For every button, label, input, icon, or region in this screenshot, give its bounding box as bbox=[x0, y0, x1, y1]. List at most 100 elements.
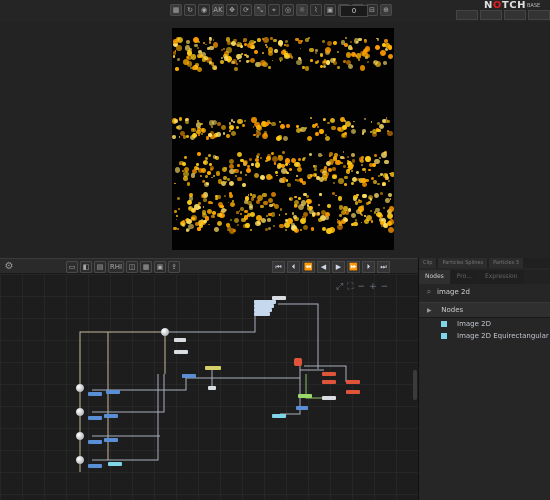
panel-button[interactable] bbox=[528, 10, 550, 20]
export-icon[interactable]: ⇪ bbox=[168, 261, 180, 273]
select-icon[interactable]: ▭ bbox=[66, 261, 78, 273]
graph-node[interactable] bbox=[254, 312, 270, 316]
grid-icon[interactable]: ▦ bbox=[140, 261, 152, 273]
graph-node[interactable] bbox=[298, 394, 312, 398]
light-icon[interactable]: ☼ bbox=[296, 4, 308, 16]
graph-node[interactable] bbox=[106, 390, 120, 394]
skip-start-icon[interactable]: ⏮ bbox=[272, 261, 285, 273]
graph-node[interactable] bbox=[88, 416, 102, 420]
graph-node[interactable] bbox=[174, 350, 188, 354]
particle bbox=[340, 155, 344, 160]
cube-icon[interactable]: ▣ bbox=[324, 4, 336, 16]
panel-button[interactable] bbox=[456, 10, 478, 20]
doc-tab[interactable]: Particles 3 bbox=[489, 258, 523, 268]
camera-icon[interactable]: ◉ bbox=[198, 4, 210, 16]
graph-node[interactable] bbox=[104, 438, 118, 442]
particle bbox=[351, 213, 357, 219]
tab-nodes[interactable]: Nodes bbox=[419, 270, 450, 284]
graph-node[interactable] bbox=[346, 390, 360, 394]
particle bbox=[228, 122, 232, 125]
graph-node[interactable] bbox=[208, 386, 216, 390]
skip-end-icon[interactable]: ⏭ bbox=[377, 261, 390, 273]
doc-tab[interactable]: Clip bbox=[419, 258, 437, 268]
particle bbox=[374, 45, 380, 51]
zoom-icon[interactable]: ⊕ bbox=[380, 4, 392, 16]
node-graph[interactable]: ⤢ ⛶ − + − bbox=[0, 274, 418, 500]
light-node[interactable] bbox=[76, 384, 84, 392]
particle bbox=[249, 193, 252, 196]
color-icon[interactable]: ◧ bbox=[80, 261, 92, 273]
particle bbox=[285, 162, 289, 166]
rhi-icon[interactable]: RHI bbox=[108, 261, 124, 273]
graph-node[interactable] bbox=[174, 338, 186, 342]
graph-node[interactable] bbox=[322, 380, 336, 384]
snap-icon[interactable]: ⌖ bbox=[268, 4, 280, 16]
list-item[interactable]: Image 2D Equirectangular bbox=[419, 330, 550, 342]
graph-scrollbar[interactable] bbox=[413, 370, 417, 400]
zoom-out-icon[interactable]: − bbox=[358, 282, 366, 292]
particle bbox=[212, 39, 215, 41]
particle bbox=[385, 43, 390, 48]
target-icon[interactable]: ◎ bbox=[282, 4, 294, 16]
image-icon[interactable]: ▣ bbox=[154, 261, 166, 273]
light-node[interactable] bbox=[76, 432, 84, 440]
root-node[interactable] bbox=[161, 328, 169, 336]
node-icon[interactable]: ◫ bbox=[126, 261, 138, 273]
category-nodes[interactable]: ▶ Nodes bbox=[419, 302, 550, 318]
expand-arrow-icon[interactable]: ▶ bbox=[427, 303, 439, 318]
scale-icon[interactable]: ⤡ bbox=[254, 4, 266, 16]
graph-node[interactable] bbox=[88, 464, 102, 468]
particle bbox=[249, 158, 253, 162]
minus-icon[interactable]: − bbox=[381, 282, 389, 292]
graph-node[interactable] bbox=[182, 374, 196, 378]
graph-node[interactable] bbox=[205, 366, 221, 370]
graph-node[interactable] bbox=[322, 396, 336, 400]
viewport[interactable] bbox=[0, 22, 550, 258]
light-node[interactable] bbox=[76, 408, 84, 416]
render-preview[interactable] bbox=[172, 28, 394, 250]
gear-icon[interactable]: ⚙ bbox=[3, 261, 15, 273]
light-node[interactable] bbox=[76, 456, 84, 464]
rewind-icon[interactable]: ◀ bbox=[317, 261, 330, 273]
graph-node[interactable] bbox=[272, 414, 286, 418]
refresh-icon[interactable]: ↻ bbox=[184, 4, 196, 16]
graph-node[interactable] bbox=[104, 414, 118, 418]
step-forward-icon[interactable]: ⏩ bbox=[347, 261, 360, 273]
map-icon[interactable]: ▤ bbox=[94, 261, 106, 273]
graph-node[interactable] bbox=[296, 406, 308, 410]
next-key-icon[interactable]: ⏵ bbox=[362, 261, 375, 273]
particle bbox=[276, 174, 278, 177]
graph-node[interactable] bbox=[88, 440, 102, 444]
move-icon[interactable]: ✥ bbox=[226, 4, 238, 16]
particle bbox=[338, 126, 344, 133]
graph-node[interactable] bbox=[322, 372, 336, 376]
graph-node[interactable] bbox=[272, 296, 286, 300]
grid-icon[interactable]: ▦ bbox=[170, 4, 182, 16]
zoom-in-icon[interactable]: + bbox=[369, 282, 377, 292]
graph-node[interactable] bbox=[88, 392, 102, 396]
graph-node[interactable] bbox=[294, 358, 302, 366]
doc-tab[interactable]: Particles Splines bbox=[438, 258, 488, 268]
frame-all-icon[interactable]: ⛶ bbox=[347, 282, 353, 292]
tab-expression[interactable]: Expression bbox=[478, 270, 524, 284]
particle bbox=[227, 226, 231, 230]
particle bbox=[237, 152, 243, 158]
frame-counter[interactable]: 0 bbox=[340, 5, 368, 17]
play-icon[interactable]: ▶ bbox=[332, 261, 345, 273]
particle bbox=[256, 124, 261, 130]
list-item[interactable]: Image 2D bbox=[419, 318, 550, 330]
ak-icon[interactable]: AK bbox=[212, 4, 224, 16]
rotate-icon[interactable]: ⟳ bbox=[240, 4, 252, 16]
particle bbox=[322, 64, 326, 68]
particle bbox=[259, 157, 262, 160]
fit-view-icon[interactable]: ⤢ bbox=[336, 282, 343, 292]
prev-key-icon[interactable]: ⏴ bbox=[287, 261, 300, 273]
step-back-icon[interactable]: ⏪ bbox=[302, 261, 315, 273]
bone-icon[interactable]: ⌇ bbox=[310, 4, 322, 16]
particle bbox=[330, 162, 333, 166]
search-input[interactable] bbox=[437, 286, 547, 298]
graph-node[interactable] bbox=[108, 462, 122, 466]
graph-node[interactable] bbox=[346, 380, 360, 384]
tab-pro[interactable]: Pro... bbox=[450, 270, 478, 284]
wire bbox=[92, 374, 165, 413]
